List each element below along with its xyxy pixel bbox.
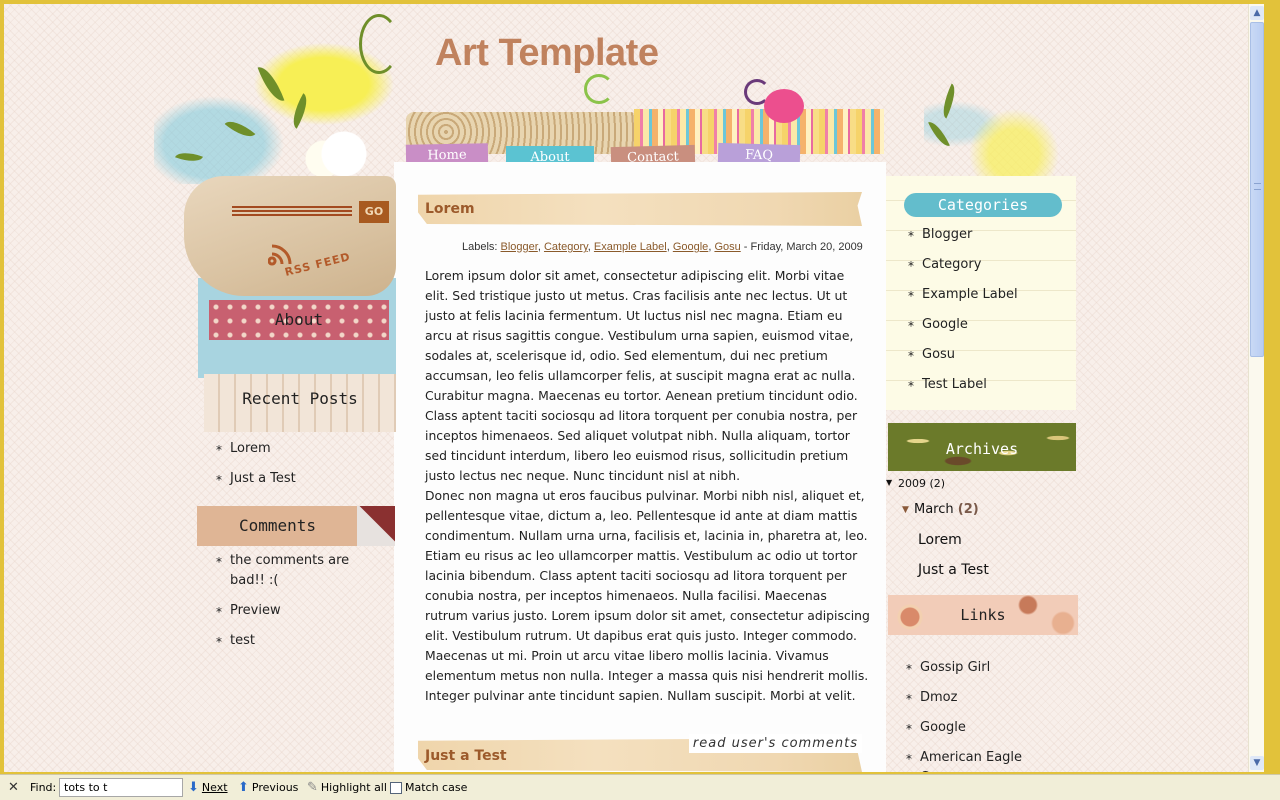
close-icon[interactable]: ✕ (8, 780, 19, 795)
highlight-all-label: Highlight all (320, 781, 387, 794)
browser-viewport: Art Template Home About Contact FAQ Lore… (4, 4, 1264, 772)
list-item[interactable]: Dmoz (906, 688, 1076, 709)
list-item[interactable]: Example Label (908, 285, 1018, 306)
find-previous-button[interactable]: ⬆ Previous (238, 781, 298, 794)
post-paragraph: Lorem ipsum dolor sit amet, consectetur … (425, 268, 858, 483)
list-item[interactable]: Category (908, 255, 1018, 276)
archives-header: Archives (888, 423, 1076, 471)
post-body: Lorem ipsum dolor sit amet, consectetur … (425, 266, 870, 706)
comment-link[interactable]: the comments are bad!! :( (230, 553, 349, 588)
pink-ball-decoration (764, 89, 804, 123)
next-post-title[interactable]: Just a Test (425, 748, 507, 764)
swirl-decoration (359, 14, 399, 74)
go-button[interactable]: GO (359, 201, 389, 223)
rss-widget: GO RSS FEED (184, 176, 396, 296)
category-link[interactable]: Gosu (922, 347, 955, 362)
category-link[interactable]: Category (922, 257, 981, 272)
post-title[interactable]: Lorem (425, 201, 475, 217)
categories-widget: Categories Blogger Category Example Labe… (886, 176, 1076, 410)
scrollbar-thumb[interactable] (1250, 22, 1264, 357)
list-item[interactable]: Blogger (908, 225, 1018, 246)
post-date: - Friday, March 20, 2009 (740, 241, 863, 253)
label-link[interactable]: Example Label (594, 241, 667, 253)
find-bar: ✕ Find: ⬇ Next ⬆ Previous ✎ Highlight al… (0, 774, 1280, 800)
match-case-toggle[interactable]: Match case (390, 781, 467, 794)
archive-year-count: (2) (929, 477, 946, 490)
archive-tree: 2009 (2) March (2) Lorem Just a Test (886, 477, 989, 578)
archive-year-toggle[interactable]: 2009 (2) (886, 477, 945, 490)
highlight-all-button[interactable]: ✎ Highlight all (307, 781, 387, 794)
match-case-label: Match case (405, 781, 468, 794)
recent-post-link[interactable]: Lorem (230, 441, 271, 456)
category-link[interactable]: Example Label (922, 287, 1018, 302)
external-link[interactable]: Google (920, 720, 966, 735)
match-case-checkbox[interactable] (390, 781, 402, 794)
main-content: Lorem Labels: Blogger, Category, Example… (394, 162, 886, 772)
scroll-down-arrow-icon[interactable]: ▼ (1250, 756, 1264, 770)
external-link[interactable]: American Eagle Coupons (920, 750, 1022, 772)
list-item[interactable]: Gossip Girl (906, 658, 1076, 679)
category-link[interactable]: Blogger (922, 227, 972, 242)
find-label: Find: (30, 781, 57, 794)
list-item[interactable]: Google (906, 718, 1076, 739)
comments-header: Comments (197, 506, 395, 546)
archive-post-link[interactable]: Just a Test (918, 562, 989, 578)
archive-month-toggle[interactable]: March (2) (902, 502, 979, 517)
category-link[interactable]: Test Label (922, 377, 987, 392)
vertical-scrollbar[interactable]: ▲ ▼ (1248, 4, 1264, 772)
label-link[interactable]: Gosu (714, 241, 740, 253)
site-title[interactable]: Art Template (435, 32, 659, 75)
post-meta: Labels: Blogger, Category, Example Label… (462, 241, 863, 253)
category-link[interactable]: Google (922, 317, 968, 332)
recent-posts-header: Recent Posts (204, 374, 396, 432)
list-item[interactable]: Just a Test (216, 469, 296, 490)
categories-list: Blogger Category Example Label Google Go… (908, 225, 1018, 405)
label-link[interactable]: Category (544, 241, 588, 253)
flower-illustration-right (924, 64, 1084, 184)
links-header: Links (888, 595, 1078, 635)
label-link[interactable]: Google (673, 241, 708, 253)
list-item[interactable]: Test Label (908, 375, 1018, 396)
label-link[interactable]: Blogger (501, 241, 538, 253)
archive-month-count: (2) (957, 502, 979, 517)
list-item[interactable]: the comments are bad!! :( (216, 551, 388, 591)
find-next-button[interactable]: ⬇ Next (188, 781, 228, 794)
labels-prefix: Labels: (462, 241, 501, 253)
list-item[interactable]: Gosu (908, 345, 1018, 366)
list-item[interactable]: test (216, 631, 388, 652)
arrow-up-icon: ⬆ (238, 780, 249, 795)
list-item[interactable]: Google (908, 315, 1018, 336)
scroll-up-arrow-icon[interactable]: ▲ (1250, 6, 1264, 20)
swirl-decoration (584, 74, 614, 104)
archive-year[interactable]: 2009 (898, 477, 926, 490)
read-comments-link[interactable]: read user's comments (688, 734, 862, 753)
external-link[interactable]: Gossip Girl (920, 660, 990, 675)
post-title-bar: Lorem (418, 192, 862, 226)
recent-posts-list: Lorem Just a Test (216, 439, 296, 499)
about-header: About (209, 300, 389, 340)
search-scribble[interactable] (232, 204, 352, 216)
archive-post-link[interactable]: Lorem (918, 532, 962, 548)
find-next-label: Next (201, 781, 228, 794)
highlighter-icon: ✎ (307, 780, 318, 795)
comments-list: the comments are bad!! :( Preview test (216, 551, 388, 661)
find-input[interactable] (59, 778, 183, 797)
external-link[interactable]: Dmoz (920, 690, 957, 705)
list-item[interactable]: Lorem (216, 439, 296, 460)
recent-post-link[interactable]: Just a Test (230, 471, 296, 486)
comment-link[interactable]: Preview (230, 603, 281, 618)
list-item[interactable]: Preview (216, 601, 388, 622)
post-paragraph: Donec non magna ut eros faucibus pulvina… (425, 488, 870, 703)
list-item[interactable]: American Eagle Coupons (906, 748, 1076, 772)
links-list: Gossip Girl Dmoz Google American Eagle C… (906, 658, 1076, 772)
categories-header: Categories (904, 193, 1062, 217)
find-previous-label: Previous (251, 781, 299, 794)
comment-link[interactable]: test (230, 633, 255, 648)
arrow-down-icon: ⬇ (188, 780, 199, 795)
archive-month[interactable]: March (914, 502, 954, 517)
